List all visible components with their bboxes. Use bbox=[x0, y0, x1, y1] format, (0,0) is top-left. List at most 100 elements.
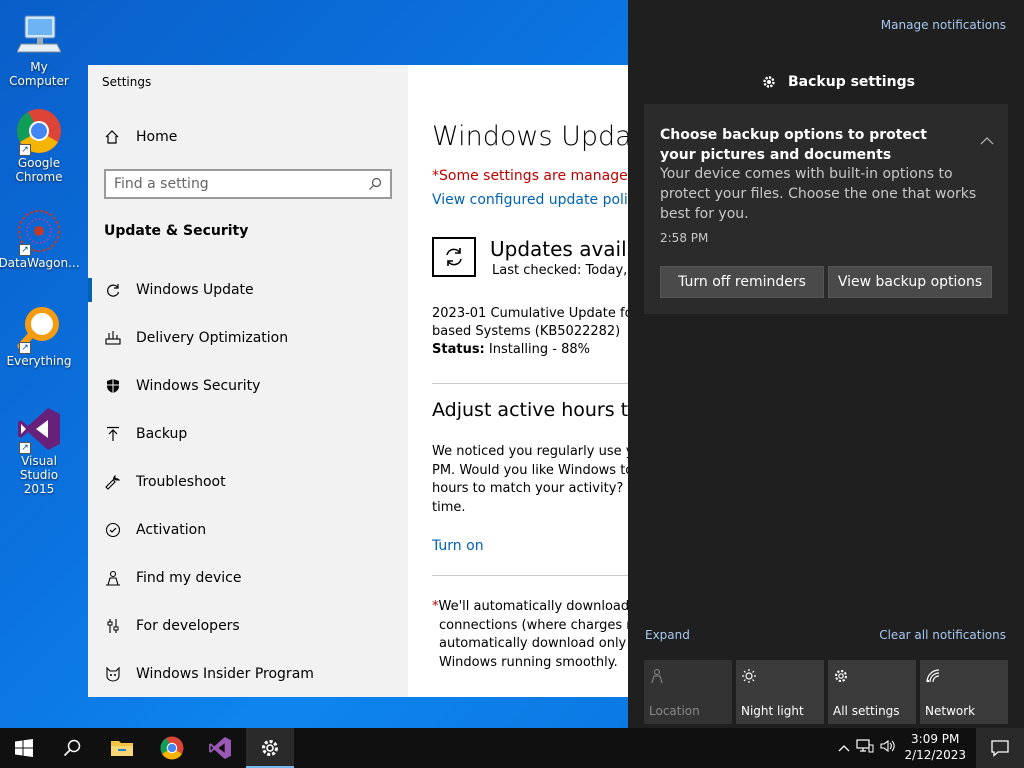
notification-group-header[interactable]: Backup settings bbox=[762, 74, 915, 90]
search-icon bbox=[369, 177, 382, 190]
footnote-text: *We'll automatically download a connecti… bbox=[432, 598, 644, 672]
para-line: PM. Would you like Windows to bbox=[432, 462, 634, 478]
turn-on-link[interactable]: Turn on bbox=[432, 538, 484, 554]
quick-action-label: Night light bbox=[741, 704, 804, 718]
sidebar-item-label: Troubleshoot bbox=[136, 474, 226, 490]
nav-home[interactable]: Home bbox=[104, 129, 177, 145]
desktop-icon-datawagon[interactable]: ↗ DataWagon... bbox=[0, 206, 80, 270]
sidebar-item-windows-insider[interactable]: Windows Insider Program bbox=[88, 650, 408, 697]
notification-time: 2:58 PM bbox=[660, 231, 709, 245]
taskbar-chrome[interactable] bbox=[148, 728, 196, 768]
chevron-up-icon[interactable] bbox=[838, 741, 850, 756]
sidebar-item-label: Windows Update bbox=[136, 282, 254, 298]
view-backup-options-button[interactable]: View backup options bbox=[828, 266, 992, 298]
sliders-icon bbox=[104, 618, 122, 634]
para-line: hours to match your activity? W bbox=[432, 481, 641, 496]
sidebar-item-label: Delivery Optimization bbox=[136, 330, 289, 346]
taskbar-clock[interactable]: 3:09 PM 2/12/2023 bbox=[904, 731, 966, 763]
desktop-icon-everything[interactable]: ↗ Everything bbox=[0, 304, 78, 368]
footnote-line: Windows running smoothly. bbox=[439, 654, 618, 670]
shortcut-arrow-icon: ↗ bbox=[19, 342, 31, 354]
desktop-icon-my-computer[interactable]: My Computer bbox=[0, 10, 78, 88]
settings-nav: Windows Update Delivery Optimization Win… bbox=[88, 266, 408, 697]
updates-available-title: Updates availab bbox=[490, 237, 648, 261]
footnote-line: automatically download only th bbox=[439, 636, 644, 651]
refresh-icon bbox=[104, 282, 122, 298]
page-title: Windows Update bbox=[432, 121, 648, 152]
sidebar-item-windows-update[interactable]: Windows Update bbox=[88, 266, 408, 314]
desktop-icon-label: Visual Studio 2015 bbox=[19, 454, 59, 496]
quick-actions: Location Night light All settings Networ… bbox=[644, 660, 1008, 724]
update-line: based Systems (KB5022282) bbox=[432, 324, 621, 339]
managed-notice: *Some settings are managed by bbox=[432, 168, 648, 184]
view-policies-link[interactable]: View configured update policies bbox=[432, 192, 648, 208]
desktop-icon-label: My Computer bbox=[9, 60, 69, 88]
quick-action-network[interactable]: Network bbox=[920, 660, 1008, 724]
delivery-icon bbox=[104, 330, 122, 346]
quick-action-label: All settings bbox=[833, 704, 900, 718]
folder-icon bbox=[111, 741, 133, 756]
footnote-line: connections (where charges m bbox=[439, 617, 639, 633]
gear-icon bbox=[262, 740, 278, 756]
sidebar-item-delivery-optimization[interactable]: Delivery Optimization bbox=[88, 314, 408, 362]
network-tray-icon[interactable] bbox=[856, 739, 874, 757]
cat-icon bbox=[104, 666, 122, 682]
group-title: Backup settings bbox=[788, 74, 915, 90]
taskbar: 3:09 PM 2/12/2023 bbox=[0, 728, 1024, 768]
sidebar-item-for-developers[interactable]: For developers bbox=[88, 602, 408, 650]
taskbar-search-button[interactable] bbox=[48, 728, 96, 768]
sidebar-item-label: For developers bbox=[136, 618, 240, 634]
windows-logo-icon bbox=[15, 739, 33, 757]
notification-body: Your device comes with built-in options … bbox=[660, 166, 977, 222]
desktop-icon-label: DataWagon... bbox=[0, 256, 80, 270]
wrench-icon bbox=[104, 474, 122, 490]
sidebar-item-windows-security[interactable]: Windows Security bbox=[88, 362, 408, 410]
manage-notifications-link[interactable]: Manage notifications bbox=[881, 18, 1006, 32]
backup-notification[interactable]: Choose backup options to protect your pi… bbox=[644, 104, 1008, 314]
desktop-icon-label: Google Chrome bbox=[15, 156, 63, 184]
gear-icon bbox=[763, 76, 775, 88]
search-icon bbox=[63, 739, 81, 757]
sidebar-item-troubleshoot[interactable]: Troubleshoot bbox=[88, 458, 408, 506]
expand-link[interactable]: Expand bbox=[645, 628, 690, 642]
start-button[interactable] bbox=[0, 728, 48, 768]
sidebar-item-label: Find my device bbox=[136, 570, 242, 586]
sidebar-item-activation[interactable]: Activation bbox=[88, 506, 408, 554]
chevron-up-icon[interactable] bbox=[980, 134, 994, 148]
update-status: Status: Installing - 88% bbox=[432, 341, 648, 359]
sidebar-item-label: Backup bbox=[136, 426, 188, 442]
desktop-icon-label: Everything bbox=[6, 354, 72, 368]
last-checked-text: Last checked: Today, 2 bbox=[492, 263, 640, 278]
network-icon bbox=[925, 668, 941, 688]
settings-window: Settings Home Find a setting Update & Se… bbox=[88, 65, 648, 697]
quick-action-label: Location bbox=[649, 704, 700, 718]
taskbar-visual-studio[interactable] bbox=[196, 728, 244, 768]
clock-date: 2/12/2023 bbox=[904, 748, 966, 762]
active-hours-title: Adjust active hours to bbox=[432, 399, 640, 421]
search-placeholder: Find a setting bbox=[114, 176, 209, 192]
check-circle-icon bbox=[104, 522, 122, 538]
taskbar-file-explorer[interactable] bbox=[98, 728, 146, 768]
computer-icon bbox=[17, 15, 61, 53]
settings-sidebar: Settings Home Find a setting Update & Se… bbox=[88, 65, 408, 697]
quick-action-all-settings[interactable]: All settings bbox=[828, 660, 916, 724]
quick-action-location[interactable]: Location bbox=[644, 660, 732, 724]
action-center-button[interactable] bbox=[976, 728, 1024, 768]
desktop-icon-google-chrome[interactable]: ↗ Google Chrome bbox=[0, 106, 78, 184]
volume-icon[interactable] bbox=[880, 739, 896, 757]
sidebar-item-label: Windows Insider Program bbox=[136, 666, 314, 682]
update-line: 2023-01 Cumulative Update for bbox=[432, 306, 638, 321]
search-input[interactable]: Find a setting bbox=[104, 169, 392, 199]
turn-off-reminders-button[interactable]: Turn off reminders bbox=[660, 266, 824, 298]
footnote-line: We'll automatically download a bbox=[438, 599, 642, 614]
sidebar-item-find-my-device[interactable]: Find my device bbox=[88, 554, 408, 602]
desktop-icon-visual-studio[interactable]: ↗ Visual Studio 2015 bbox=[0, 404, 78, 496]
shield-icon bbox=[104, 378, 122, 394]
taskbar-settings[interactable] bbox=[246, 728, 294, 768]
update-description: 2023-01 Cumulative Update for based Syst… bbox=[432, 305, 648, 359]
quick-action-night-light[interactable]: Night light bbox=[736, 660, 824, 724]
upload-icon bbox=[104, 426, 122, 442]
home-icon bbox=[105, 130, 119, 144]
sidebar-item-backup[interactable]: Backup bbox=[88, 410, 408, 458]
clear-all-notifications-link[interactable]: Clear all notifications bbox=[879, 628, 1006, 642]
